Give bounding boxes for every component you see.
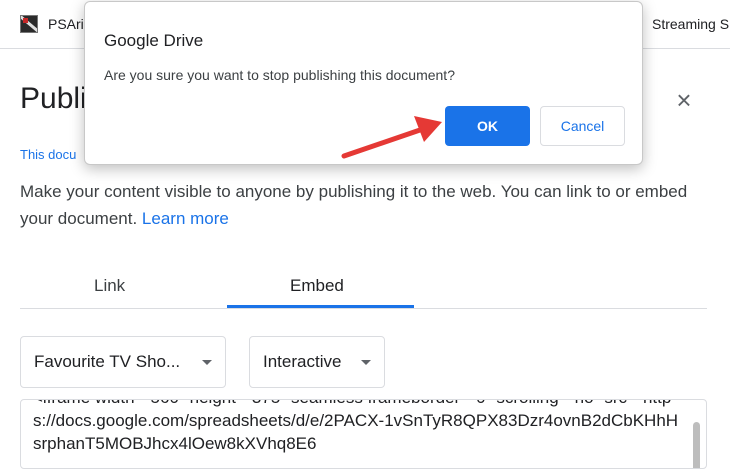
- site-favicon-icon[interactable]: [20, 15, 38, 33]
- panel-title: Publi: [20, 82, 87, 115]
- tab-link[interactable]: Link: [94, 276, 125, 296]
- dialog-message: Are you sure you want to stop publishing…: [104, 67, 455, 83]
- embed-code-box[interactable]: <iframe width="560" height="375" seamles…: [20, 399, 707, 469]
- close-icon[interactable]: ×: [672, 87, 696, 113]
- sheet-select[interactable]: Favourite TV Sho...: [20, 336, 226, 388]
- dropdown-caret-icon: [202, 360, 212, 365]
- sheet-select-value: Favourite TV Sho...: [34, 352, 181, 371]
- embed-scrollbar[interactable]: [693, 422, 700, 468]
- dropdown-caret-icon: [361, 360, 371, 365]
- mode-select[interactable]: Interactive: [249, 336, 385, 388]
- publish-description: Make your content visible to anyone by p…: [20, 178, 710, 232]
- bookmark-psari[interactable]: PSAri: [48, 16, 84, 32]
- cancel-button[interactable]: Cancel: [540, 106, 625, 146]
- ok-button[interactable]: OK: [445, 106, 530, 146]
- publish-tabs: Link Embed: [20, 262, 707, 309]
- mode-select-value: Interactive: [263, 352, 342, 371]
- embed-code-text[interactable]: <iframe width="560" height="375" seamles…: [33, 400, 683, 455]
- dialog-title: Google Drive: [104, 31, 204, 50]
- bookmark-streaming[interactable]: Streaming S: [652, 16, 729, 32]
- document-note-link[interactable]: This docu: [20, 147, 76, 162]
- annotation-arrow-icon: [341, 116, 442, 159]
- active-tab-indicator: [227, 305, 414, 308]
- description-text: Make your content visible to anyone by p…: [20, 182, 688, 228]
- learn-more-link[interactable]: Learn more: [142, 209, 229, 228]
- tab-embed[interactable]: Embed: [290, 276, 344, 296]
